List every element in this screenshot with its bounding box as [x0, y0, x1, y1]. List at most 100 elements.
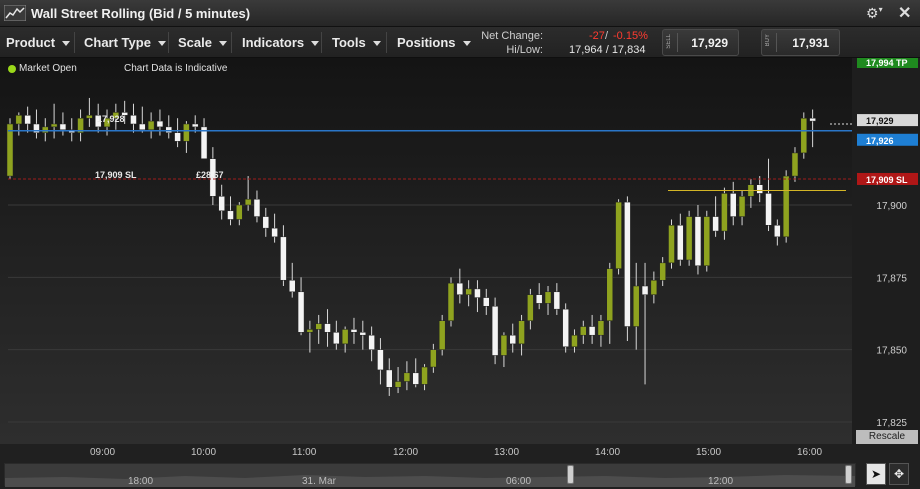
position-price-marker: 17,926	[857, 133, 918, 146]
sell-button[interactable]: SELL 17,929	[662, 29, 739, 56]
toolbar-divider	[168, 32, 169, 53]
menu-product-label: Product	[6, 35, 56, 50]
candle-down	[474, 288, 481, 298]
candle-down	[535, 294, 543, 304]
toolbar: Product Chart Type Scale Indicators Tool…	[0, 27, 920, 58]
candle-up	[650, 279, 658, 295]
x-tick-label: 12:00	[393, 447, 419, 458]
candle-down	[227, 210, 234, 220]
toolbar-divider	[74, 32, 75, 53]
candle-down	[253, 198, 261, 217]
candle-up	[738, 196, 746, 217]
candle-up	[571, 334, 578, 348]
candle-up	[430, 349, 437, 368]
candle-down	[588, 326, 596, 336]
chevron-down-icon	[311, 41, 320, 47]
candle-down	[386, 369, 393, 388]
candle-up	[615, 201, 622, 269]
x-tick-label: 11:00	[292, 447, 317, 458]
navigator-right-handle[interactable]	[845, 465, 852, 484]
candle-down	[359, 332, 367, 336]
menu-chart-type-label: Chart Type	[84, 35, 151, 50]
y-tick-label: 17,900	[876, 201, 907, 212]
rescale-button[interactable]: Rescale	[856, 430, 918, 444]
x-tick-label: 13:00	[494, 447, 520, 458]
candle-down	[765, 193, 772, 226]
candle-down	[491, 306, 499, 356]
navigator-left-handle[interactable]	[567, 465, 574, 484]
menu-chart-type[interactable]: Chart Type	[84, 35, 166, 50]
candle-up	[518, 320, 525, 345]
candle-down	[377, 349, 384, 371]
candle-down	[191, 123, 199, 128]
candle-down	[333, 332, 340, 345]
nav-tick-0600: 06:00	[506, 476, 532, 487]
nav-tick-1800: 18:00	[128, 476, 154, 487]
chevron-down-icon	[157, 41, 166, 47]
window-title: Wall Street Rolling (Bid / 5 minutes)	[31, 6, 251, 21]
candle-up	[597, 320, 605, 336]
pointer-tool-icon[interactable]: ➤	[866, 463, 886, 485]
candle-down	[809, 117, 816, 122]
candle-down	[280, 236, 287, 281]
net-change-label: Net Change:	[481, 30, 543, 42]
current-price-marker-text: 17,929	[866, 116, 894, 126]
candle-up	[244, 198, 252, 206]
chevron-down-icon	[62, 41, 71, 47]
candle-up	[6, 123, 14, 177]
candle-down	[24, 115, 31, 125]
candle-down	[139, 123, 146, 131]
candle-down	[130, 115, 137, 125]
candle-up	[438, 320, 446, 350]
buy-button[interactable]: BUY 17,931	[761, 29, 840, 56]
candle-up	[86, 115, 93, 119]
candle-down	[324, 323, 331, 333]
candle-down	[756, 184, 763, 194]
y-tick-label: 17,875	[876, 273, 907, 284]
x-tick-label: 15:00	[696, 447, 722, 458]
candle-down	[456, 282, 464, 295]
buy-label: BUY	[765, 34, 771, 47]
candle-down	[350, 329, 358, 333]
candle-down	[412, 372, 419, 385]
x-tick-label: 16:00	[797, 447, 823, 458]
candle-up	[147, 120, 155, 131]
candle-up	[544, 291, 552, 304]
gear-icon[interactable]: ⚙▾	[866, 5, 888, 22]
net-change-slash: /	[605, 30, 609, 42]
take-profit-marker-text: 17,994 TP	[866, 58, 908, 68]
candle-down	[774, 225, 781, 238]
candle-down	[271, 227, 278, 238]
chevron-down-icon	[372, 41, 381, 47]
menu-product[interactable]: Product	[6, 35, 71, 50]
candle-down	[165, 126, 173, 133]
candle-down	[712, 216, 719, 232]
candle-down	[509, 334, 516, 345]
candle-up	[527, 294, 534, 321]
close-icon[interactable]: ✕	[898, 3, 911, 23]
candle-up	[465, 288, 472, 295]
candle-up	[403, 372, 411, 382]
candle-up	[236, 204, 243, 220]
candle-up	[315, 323, 322, 330]
candle-up	[447, 282, 455, 321]
candle-up	[659, 262, 666, 281]
net-change-percent: -0.15%	[613, 30, 648, 42]
sell-divider	[677, 33, 678, 52]
price-chart[interactable]: 17,900 17,875 17,850 17,825 17,909 SL £28.67 1…	[0, 58, 920, 444]
candle-down	[262, 216, 270, 229]
menu-indicators-label: Indicators	[242, 35, 305, 50]
indicative-note: Chart Data is Indicative	[124, 63, 228, 74]
candle-down	[297, 291, 305, 333]
candle-up	[394, 381, 402, 388]
candle-down	[156, 120, 164, 128]
plot-background	[0, 58, 852, 444]
menu-positions[interactable]: Positions	[397, 35, 471, 50]
menu-scale[interactable]: Scale	[178, 35, 227, 50]
candle-down	[59, 123, 67, 131]
candle-up	[421, 366, 428, 385]
menu-indicators[interactable]: Indicators	[242, 35, 320, 50]
pan-tool-icon[interactable]: ✥	[889, 463, 909, 485]
menu-tools[interactable]: Tools	[332, 35, 381, 50]
candle-down	[641, 285, 649, 295]
